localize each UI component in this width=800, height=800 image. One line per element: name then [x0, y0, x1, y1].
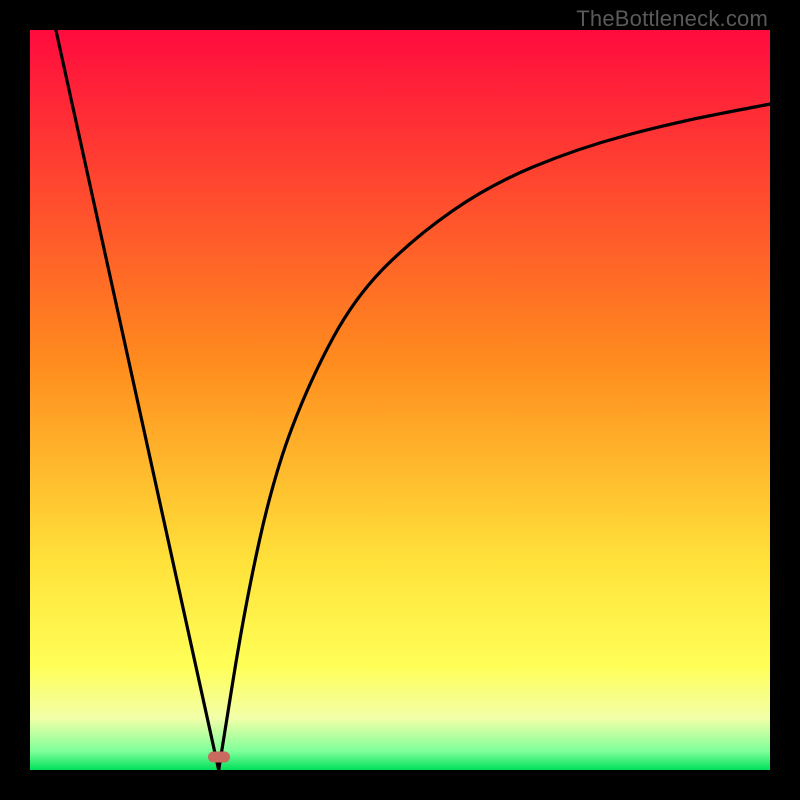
bottleneck-curve: [30, 30, 770, 770]
minimum-marker: [208, 752, 230, 763]
plot-frame: [30, 30, 770, 770]
watermark-text: TheBottleneck.com: [576, 6, 768, 32]
